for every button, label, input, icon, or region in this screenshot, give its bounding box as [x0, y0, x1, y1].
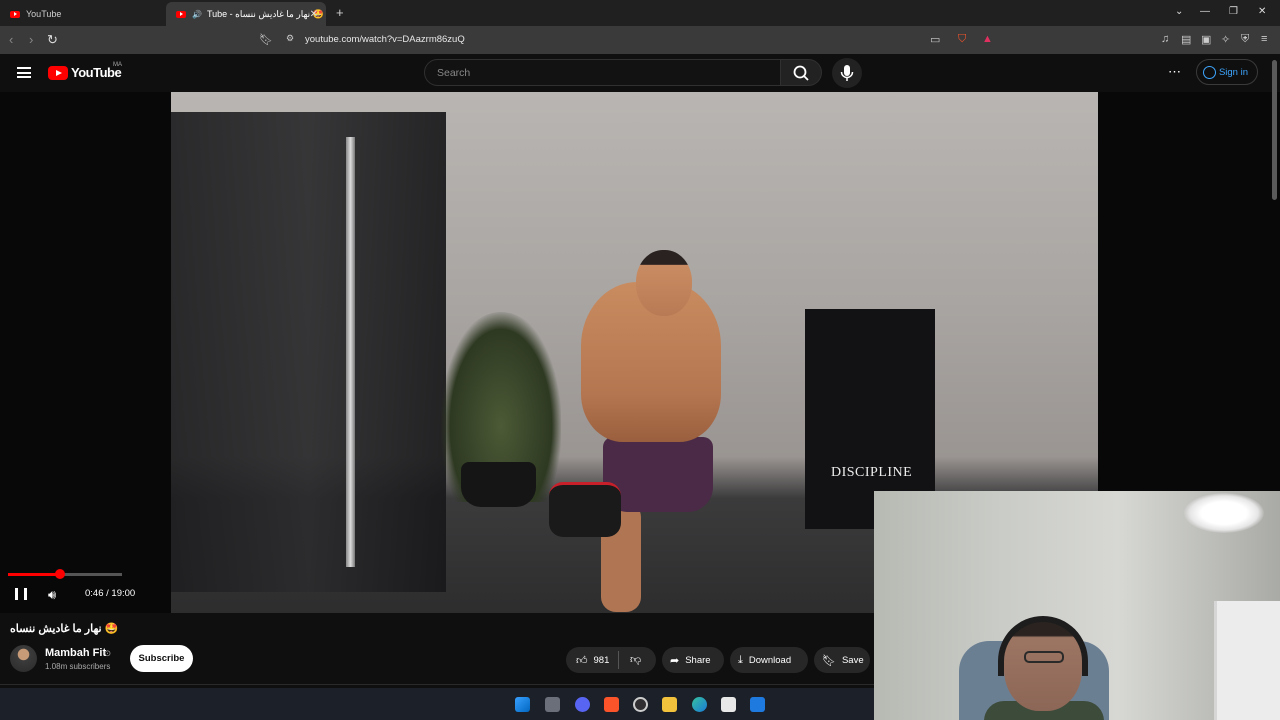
dumbbell-image [549, 482, 621, 537]
download-label: Download [748, 654, 792, 666]
gym-rack-image [171, 112, 446, 592]
brave-icon[interactable] [604, 697, 619, 712]
pot-image [461, 462, 536, 507]
shelf-image [1214, 601, 1280, 720]
hamburger-menu-icon[interactable] [17, 67, 31, 78]
brave-shield-icon[interactable]: ⛉ [958, 33, 966, 46]
youtube-play-icon [48, 65, 68, 80]
youtube-favicon-icon [176, 10, 186, 18]
sign-in-label: Sign in [1218, 66, 1248, 78]
wallet-icon[interactable]: ▣ [1201, 33, 1211, 46]
thumb-down-icon[interactable]: 👎︎ [630, 653, 641, 666]
close-window-button[interactable]: ✕ [1258, 6, 1266, 17]
save-button[interactable]: 🔖︎ Save [814, 647, 870, 673]
progress-scrubber-handle[interactable] [55, 569, 65, 579]
back-icon[interactable]: ‹ [9, 32, 13, 47]
channel-name[interactable]: Mambah Fit [45, 647, 106, 659]
search-placeholder: Search [437, 67, 471, 79]
file-explorer-icon[interactable] [662, 697, 677, 712]
more-options-icon[interactable]: ⋯ [1168, 64, 1181, 80]
tab-label: Tube - نهار ما غاديش ننساه 🤩 [206, 8, 324, 19]
tab-dropdown-icon[interactable]: ⌄ [1175, 6, 1183, 17]
tab-active-video[interactable]: 🔊 Tube - نهار ما غاديش ننساه 🤩 ✕ [166, 2, 326, 26]
thumb-up-icon: 👍︎ [576, 654, 588, 667]
edge-icon[interactable] [692, 697, 707, 712]
time-display: 0:46 / 19:00 [85, 588, 136, 599]
outlook-icon[interactable] [750, 697, 765, 712]
page-scrollbar[interactable] [1272, 60, 1277, 200]
pause-button[interactable] [15, 588, 27, 600]
video-title: نهار ما غاديش ننساه 🤩 [10, 623, 119, 635]
progress-bar-fill [8, 573, 60, 576]
sign-in-button[interactable]: Sign in [1196, 59, 1258, 85]
tab-youtube[interactable]: YouTube [0, 2, 166, 26]
obs-icon[interactable] [633, 697, 648, 712]
search-icon [793, 65, 809, 81]
youtube-header: YouTube MA Search ⋯ Sign in [0, 54, 1280, 92]
verified-icon: ⊙ [104, 648, 112, 658]
new-tab-button[interactable]: + [336, 5, 344, 20]
poster-text: DISCIPLINE [831, 465, 913, 480]
cast-icon[interactable]: ▭ [930, 33, 940, 46]
forward-icon[interactable]: › [29, 32, 33, 47]
divider [0, 684, 874, 685]
sidebar-icon[interactable]: ▤ [1181, 33, 1191, 46]
discord-icon[interactable] [575, 697, 590, 712]
bookmark-page-icon[interactable]: 🔖︎ [259, 33, 273, 46]
subscribe-button[interactable]: Subscribe [130, 645, 193, 672]
ceiling-light-image [1184, 493, 1264, 533]
windows-taskbar [0, 688, 874, 720]
save-label: Save [841, 654, 864, 666]
person-head-image [636, 250, 692, 316]
youtube-logo[interactable]: YouTube MA [48, 62, 122, 80]
youtube-favicon-icon [10, 10, 20, 18]
speaker-icon: 🔊 [192, 9, 202, 19]
channel-avatar[interactable] [10, 645, 37, 672]
vpn-icon[interactable]: ⛨ [1241, 33, 1249, 46]
country-code: MA [113, 62, 122, 68]
url-field[interactable]: youtube.com/watch?v=DAazrm86zuQ [305, 34, 465, 45]
store-icon[interactable] [721, 697, 736, 712]
address-bar: ‹ › ↻ 🔖︎ ⚙ youtube.com/watch?v=DAazrm86z… [0, 26, 1280, 54]
bookmark-icon: 🔖︎ [822, 654, 836, 667]
minimize-button[interactable]: — [1200, 6, 1210, 17]
share-label: Share [685, 654, 711, 666]
download-icon: ⤓ [738, 653, 743, 666]
like-button[interactable]: 👍︎ 981 [566, 647, 656, 673]
like-divider [618, 651, 619, 669]
share-button[interactable]: ➦ Share [662, 647, 724, 673]
volume-icon[interactable]: 🔊︎ [48, 587, 56, 603]
extensions-icon[interactable]: ✧ [1221, 33, 1230, 46]
voice-search-button[interactable] [832, 58, 862, 88]
task-view-icon[interactable] [545, 697, 560, 712]
search-input[interactable]: Search [424, 59, 781, 86]
tab-close-icon[interactable]: ✕ [310, 9, 318, 20]
browser-tab-bar: YouTube 🔊 Tube - نهار ما غاديش ننساه 🤩 ✕… [0, 0, 1280, 26]
download-button[interactable]: ⤓ Download [730, 647, 808, 673]
cable-pole-image [346, 137, 355, 567]
headset-image [998, 616, 1088, 676]
windows-start-icon[interactable] [515, 697, 530, 712]
menu-icon[interactable]: ≡ [1261, 33, 1267, 45]
media-icon[interactable]: ♫ [1161, 33, 1169, 45]
mic-icon [840, 65, 854, 81]
like-count: 981 [593, 654, 610, 666]
search-button[interactable] [781, 59, 822, 86]
webcam-overlay [874, 491, 1280, 720]
share-icon: ➦ [670, 654, 680, 667]
brave-rewards-icon[interactable]: ▲ [982, 33, 993, 45]
user-icon [1203, 66, 1216, 79]
tab-label: YouTube [26, 9, 62, 19]
subscriber-count: 1.08m subscribers [45, 662, 111, 671]
restore-button[interactable]: ❐ [1229, 6, 1238, 17]
reload-icon[interactable]: ↻ [47, 32, 58, 48]
site-settings-icon[interactable]: ⚙ [286, 33, 294, 44]
